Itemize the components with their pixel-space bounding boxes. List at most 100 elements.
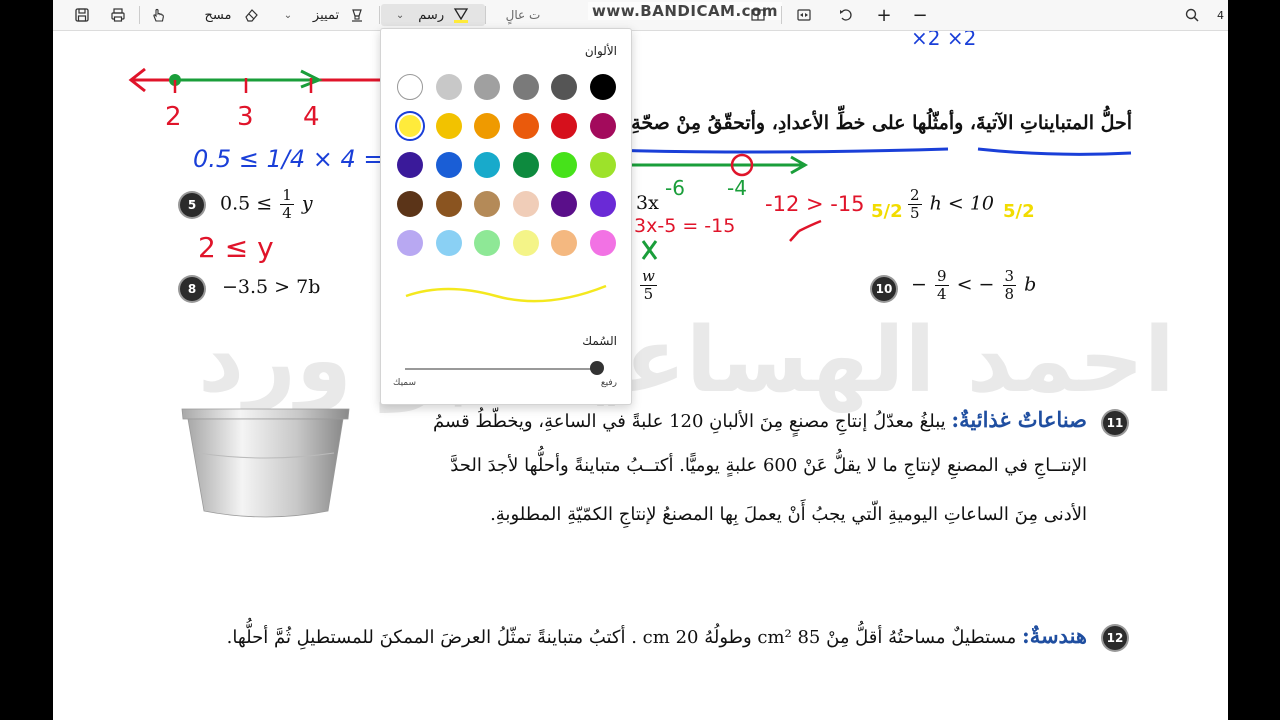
color-swatch[interactable]	[474, 230, 500, 256]
ink-top-marks: ×2 ×2	[911, 31, 976, 50]
ink-underline-2	[977, 147, 1132, 156]
color-swatch[interactable]	[474, 191, 500, 217]
document-window: مسح ⌄ تمييز ⌄ رسم ت عالٍ www.BANDICAM.co…	[53, 0, 1228, 720]
read-aloud-label[interactable]: ت عالٍ	[493, 4, 553, 26]
instruction-text: أحلُّ المتبايناتِ الآتيةَ، وأمثّلُها على…	[579, 112, 1132, 134]
problem-12-text: مستطيلٌ مساحتُهُ أقلُّ مِنْ 85 cm² وطولُ…	[226, 627, 1017, 648]
document-page: احمد الهساعيد ابو ورد أحلُّ المتبايناتِ …	[53, 31, 1228, 720]
problem-11-line-2: الإنتــاجِ في المصنعِ لإنتاجِ ما لا يقلُ…	[450, 455, 1087, 476]
ink-p5-answer: 2 ≤ y	[198, 231, 274, 264]
ink-solution-ray-arrow	[300, 69, 323, 89]
color-swatch[interactable]	[589, 152, 616, 178]
highlight-label[interactable]: تمييز	[309, 4, 343, 26]
color-swatch[interactable]	[551, 113, 577, 139]
color-swatch[interactable]	[397, 113, 423, 139]
color-swatch[interactable]	[512, 191, 539, 217]
problem-11-text-1: يبلغُ معدّلُ إنتاجِ مصنعٍ مِنَ الألبانِ …	[433, 411, 946, 432]
color-swatch[interactable]	[435, 74, 462, 100]
thickness-slider-knob[interactable]	[590, 361, 604, 375]
problem-11-line-1: صناعاتٌ غذائيةٌ: يبلغُ معدّلُ إنتاجِ مصن…	[433, 407, 1087, 432]
problem-10-expression: − 94 < − 38 b	[911, 267, 1037, 303]
color-swatch[interactable]	[589, 191, 616, 217]
problem-12-heading: هندسةٌ:	[1021, 623, 1087, 648]
color-swatch[interactable]	[397, 152, 423, 178]
color-swatch[interactable]	[589, 74, 616, 100]
problem-6-expression: 3x	[636, 192, 659, 214]
yogurt-cup-image	[181, 408, 350, 518]
problem-9-fraction: w5	[640, 267, 657, 303]
problem-11-badge: 11	[1103, 411, 1127, 435]
problem-5-fraction: 14	[280, 186, 294, 222]
color-swatch[interactable]	[397, 191, 423, 217]
draw-label: رسم	[418, 7, 445, 23]
ink-label-4: 4	[303, 102, 320, 132]
ink-p7-factor-left: 5/2	[871, 201, 903, 222]
problem-5-expression: 0.5 ≤ 14 y	[220, 187, 313, 222]
zoom-in-icon[interactable]: +	[873, 4, 895, 26]
zoom-out-icon[interactable]: −	[909, 4, 931, 26]
problem-11-heading: صناعاتٌ غذائيةٌ:	[951, 407, 1087, 432]
problem-7-rest: h < 10	[929, 192, 995, 215]
ink-closed-dot	[169, 74, 181, 86]
problem-12-badge: 12	[1103, 626, 1127, 650]
page-number: 4	[1217, 8, 1224, 22]
toolbar: مسح ⌄ تمييز ⌄ رسم ت عالٍ www.BANDICAM.co…	[53, 0, 1228, 31]
ink-color-panel: الألوان السُمك رفيع سميك	[380, 28, 632, 405]
color-swatch[interactable]	[589, 113, 616, 139]
color-swatch[interactable]	[589, 230, 616, 256]
color-swatch[interactable]	[397, 74, 423, 100]
touch-hand-icon[interactable]	[147, 4, 169, 26]
stroke-preview	[405, 284, 607, 303]
color-swatch[interactable]	[512, 152, 539, 178]
fit-width-icon[interactable]	[793, 4, 815, 26]
ink-p7-factor-right: 5/2	[1003, 201, 1035, 222]
eraser-icon[interactable]	[241, 4, 261, 26]
color-swatch[interactable]	[512, 74, 539, 100]
ink-p6-open-dot	[730, 153, 754, 177]
save-icon[interactable]	[71, 4, 93, 26]
colors-title: الألوان	[584, 44, 617, 58]
print-icon[interactable]	[107, 4, 129, 26]
problem-5-badge: 5	[180, 193, 204, 217]
color-swatch[interactable]	[474, 74, 500, 100]
color-swatch[interactable]	[474, 113, 500, 139]
ink-label-2: 2	[165, 102, 182, 132]
ink-number-line-arrow	[128, 67, 146, 93]
highlight-chevron-down-icon[interactable]: ⌄	[281, 4, 295, 26]
color-swatch[interactable]	[551, 230, 577, 256]
ink-p6-x	[641, 240, 658, 260]
pen-triangle-icon	[453, 8, 469, 23]
color-swatch[interactable]	[512, 230, 539, 256]
color-swatch[interactable]	[551, 152, 577, 178]
draw-tool-button[interactable]: ⌄ رسم	[381, 4, 485, 26]
ink-p6-check: -12 > -15	[765, 192, 865, 216]
color-swatch[interactable]	[435, 152, 462, 178]
erase-label[interactable]: مسح	[203, 4, 233, 26]
thickness-slider[interactable]	[405, 368, 597, 370]
draw-chevron-down-icon[interactable]: ⌄	[396, 10, 404, 21]
search-icon[interactable]	[1181, 4, 1203, 26]
problem-12-line: هندسةٌ: مستطيلٌ مساحتُهُ أقلُّ مِنْ 85 c…	[227, 623, 1087, 648]
problem-8-badge: 8	[180, 277, 204, 301]
thickness-title: السُمك	[582, 334, 617, 348]
color-swatch[interactable]	[551, 74, 577, 100]
problem-5-variable: y	[301, 192, 313, 215]
problem-8-expression: −3.5 > 7b	[222, 276, 321, 298]
thin-label: رفيع	[600, 378, 617, 388]
color-swatch[interactable]	[474, 152, 500, 178]
color-swatch[interactable]	[551, 191, 577, 217]
color-swatch[interactable]	[512, 113, 539, 139]
color-swatch[interactable]	[397, 230, 423, 256]
problem-9-expression: w5	[638, 268, 659, 303]
color-swatch[interactable]	[435, 230, 462, 256]
problem-7-expression: 25 h < 10	[906, 187, 994, 222]
page-view-icon[interactable]	[747, 4, 769, 26]
highlighter-icon[interactable]	[347, 4, 367, 26]
problem-5-lhs: 0.5 ≤	[220, 192, 273, 215]
problem-10-badge: 10	[872, 277, 896, 301]
color-swatch[interactable]	[435, 191, 462, 217]
problem-7-fraction: 25	[908, 186, 922, 222]
color-swatch[interactable]	[435, 113, 462, 139]
rotate-icon[interactable]	[835, 4, 857, 26]
ink-p6-work: 3x-5 = -15	[634, 215, 735, 237]
